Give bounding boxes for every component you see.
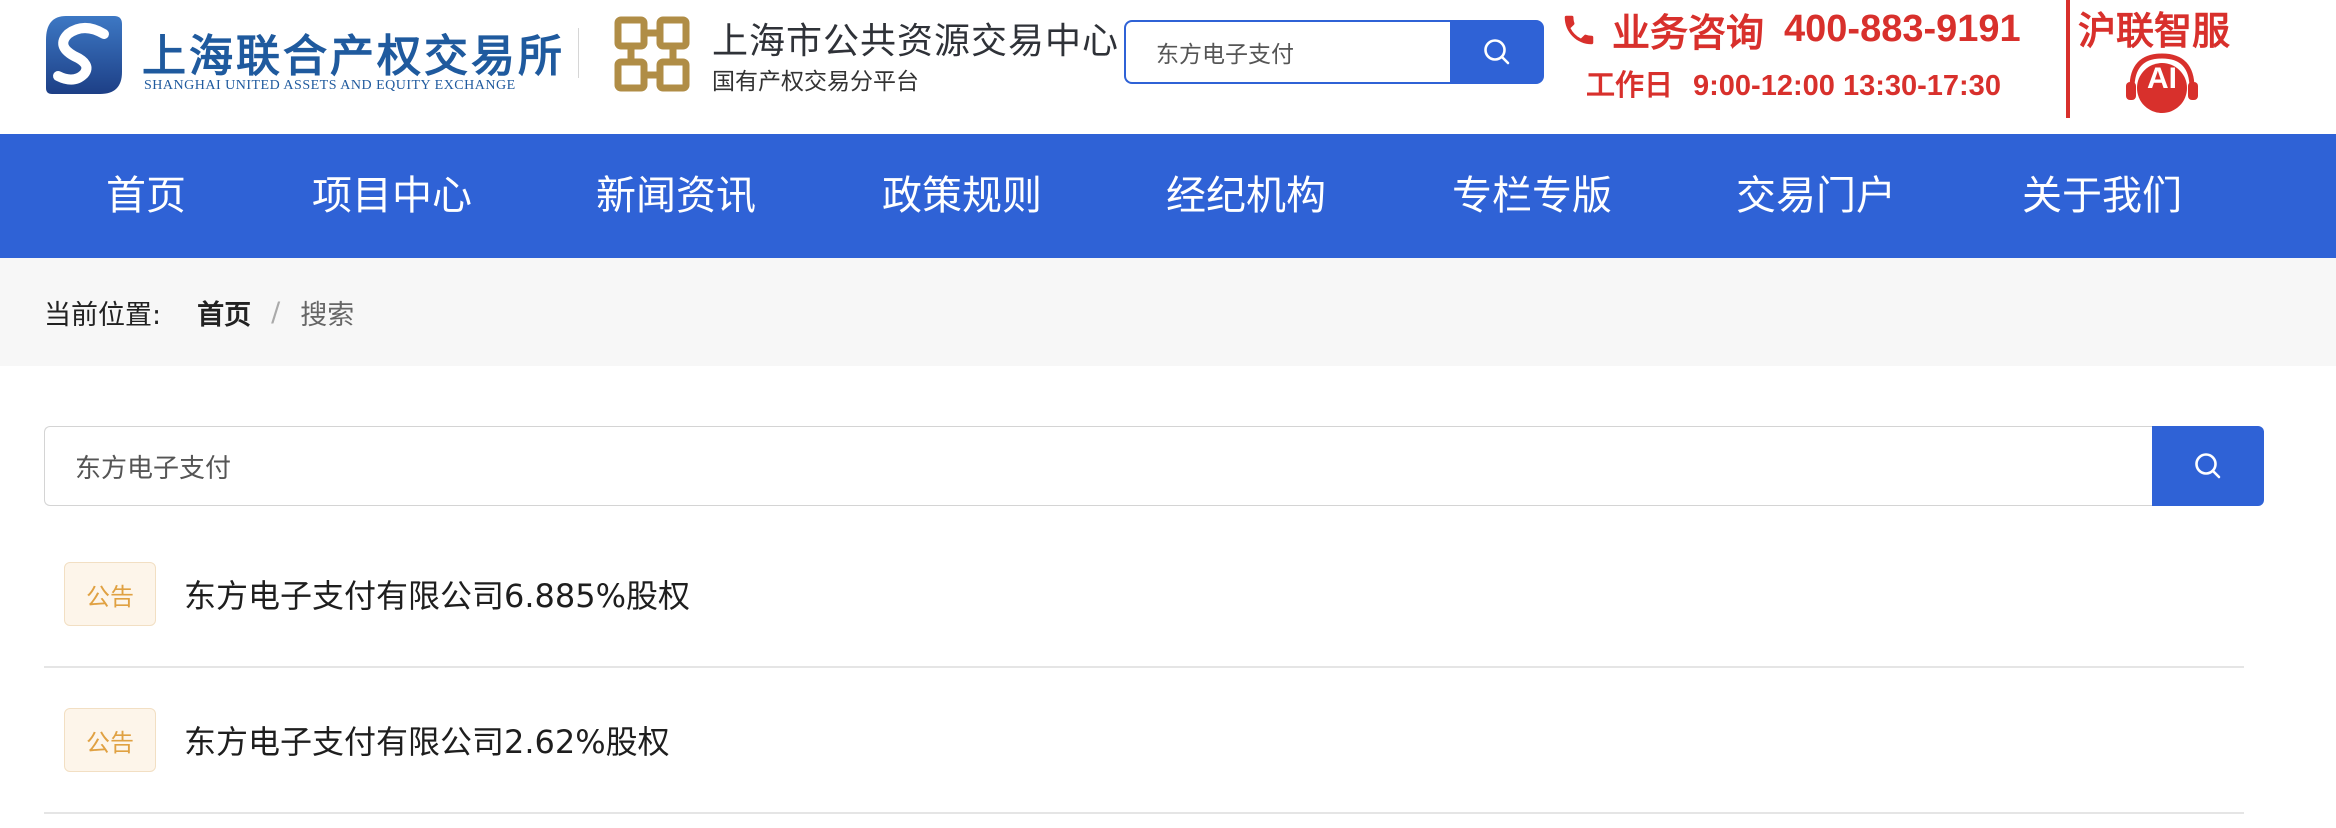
header-search-button[interactable] — [1450, 20, 1544, 84]
suaee-s-logo-icon — [46, 16, 122, 94]
header-search-input[interactable] — [1124, 20, 1450, 84]
public-resource-title: 上海市公共资源交易中心 — [712, 21, 1120, 62]
breadcrumb-current-page: 搜索 — [300, 299, 355, 331]
breadcrumb-bar: 当前位置: 首页 / 搜索 — [0, 258, 2336, 366]
nav-item-home[interactable]: 首页 — [106, 134, 186, 258]
working-hours: 工作日 9:00-12:00 13:30-17:30 — [1586, 62, 2001, 104]
contact-divider — [2066, 0, 2070, 118]
hotline-number: 400-883-9191 — [1784, 8, 2021, 50]
announcement-tag: 公告 — [64, 708, 156, 772]
nav-item-trading-portal[interactable]: 交易门户 — [1736, 134, 1896, 258]
suaee-logo[interactable]: 上海联合产权交易所 SHANGHAI UNITED ASSETS AND EQU… — [44, 12, 562, 98]
search-icon — [1484, 39, 1510, 65]
main-search-button[interactable] — [2152, 426, 2264, 506]
nav-item-policies[interactable]: 政策规则 — [882, 134, 1042, 258]
phone-icon — [1564, 15, 1594, 44]
ai-service-link[interactable]: 沪联智服 AI — [2078, 0, 2258, 118]
knot-emblem-icon — [614, 16, 690, 92]
public-resource-subtitle: 国有产权交易分平台 — [712, 69, 919, 95]
hotline-label: 业务咨询 — [1612, 11, 1765, 55]
logo-divider — [578, 28, 579, 78]
main-search — [44, 426, 2264, 506]
ai-badge-text: AI — [2147, 62, 2177, 95]
nav-item-columns[interactable]: 专栏专版 — [1452, 134, 1612, 258]
ai-service-title: 沪联智服 — [2078, 9, 2231, 53]
business-hotline: 业务咨询 400-883-9191 工作日 9:00-12:00 13:30-17… — [1560, 0, 2060, 110]
breadcrumb: 当前位置: 首页 / 搜索 — [44, 258, 354, 366]
nav-item-brokers[interactable]: 经纪机构 — [1166, 134, 1326, 258]
result-item[interactable]: 公告 东方电子支付有限公司2.62%股权 — [44, 668, 2244, 814]
main-nav: 首页 项目中心 新闻资讯 政策规则 经纪机构 专栏专版 交易门户 关于我们 — [0, 134, 2336, 258]
breadcrumb-home-link[interactable]: 首页 — [197, 293, 251, 332]
result-title[interactable]: 东方电子支付有限公司6.885%股权 — [184, 571, 690, 617]
search-icon — [2195, 453, 2221, 479]
suaee-name-en: SHANGHAI UNITED ASSETS AND EQUITY EXCHAN… — [144, 78, 516, 93]
header-search — [1124, 20, 1544, 84]
result-title[interactable]: 东方电子支付有限公司2.62%股权 — [184, 717, 670, 763]
result-item[interactable]: 公告 东方电子支付有限公司6.885%股权 — [44, 522, 2244, 668]
site-header: 上海联合产权交易所 SHANGHAI UNITED ASSETS AND EQU… — [0, 0, 2336, 134]
working-hours-time: 9:00-12:00 13:30-17:30 — [1693, 70, 2001, 102]
working-days: 工作日 — [1586, 68, 1674, 102]
nav-item-news[interactable]: 新闻资讯 — [596, 134, 756, 258]
suaee-name-cn: 上海联合产权交易所 — [142, 31, 565, 82]
announcement-tag: 公告 — [64, 562, 156, 626]
main-search-input[interactable] — [44, 426, 2152, 506]
breadcrumb-separator: / — [271, 296, 281, 328]
search-results: 公告 东方电子支付有限公司6.885%股权 公告 东方电子支付有限公司2.62%… — [44, 522, 2244, 814]
nav-item-about[interactable]: 关于我们 — [2022, 134, 2182, 258]
nav-item-projects[interactable]: 项目中心 — [312, 134, 472, 258]
public-resource-logo[interactable]: 上海市公共资源交易中心 国有产权交易分平台 — [612, 10, 1118, 100]
breadcrumb-prefix: 当前位置: — [44, 299, 162, 331]
